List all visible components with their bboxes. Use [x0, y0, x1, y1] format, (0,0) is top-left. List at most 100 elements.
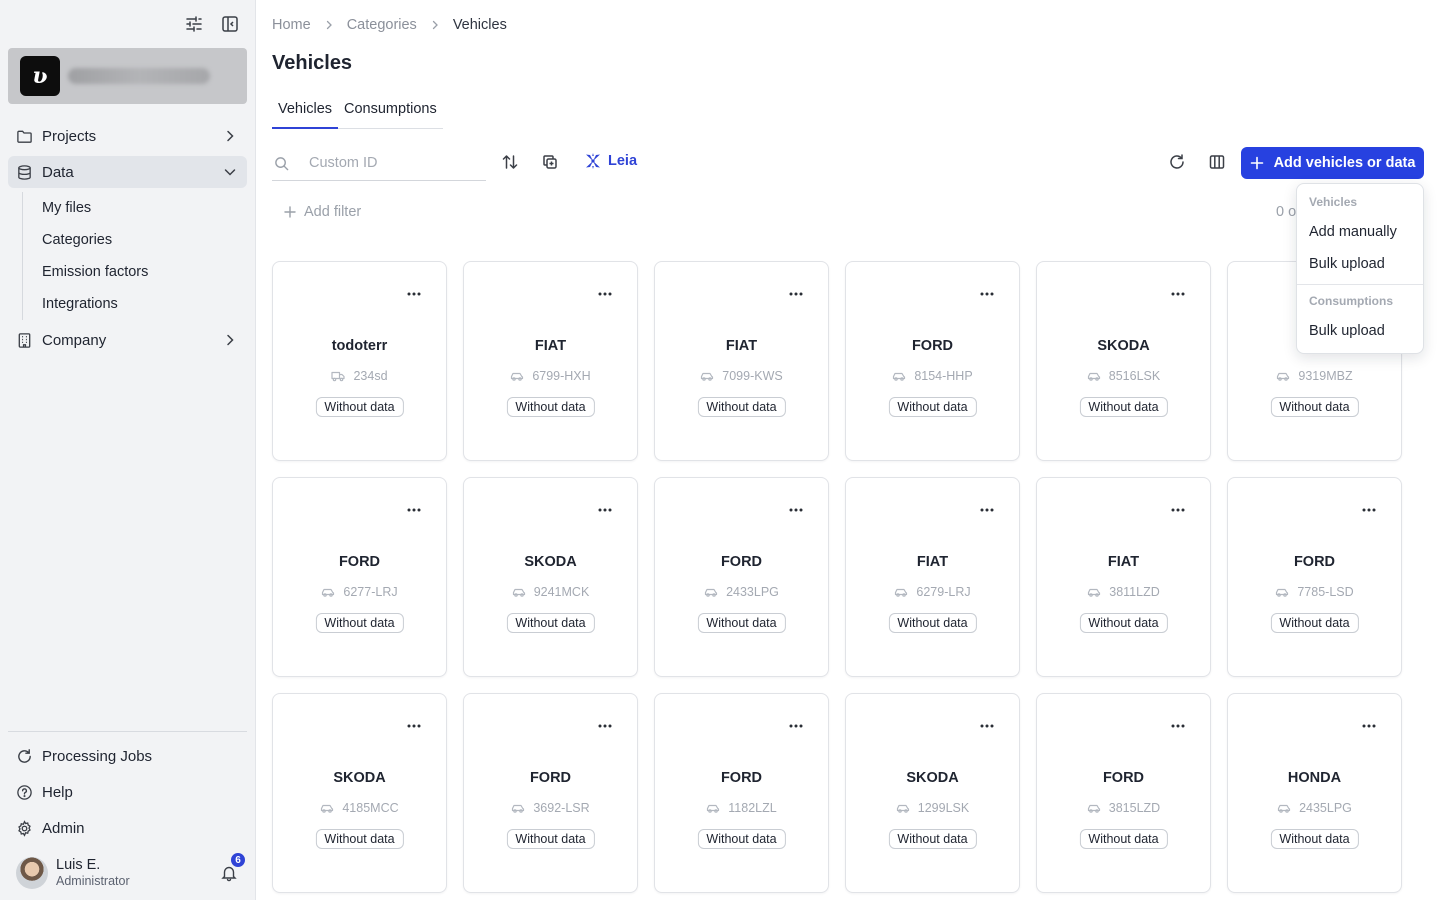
breadcrumb-home[interactable]: Home — [272, 17, 311, 33]
search-icon — [274, 156, 289, 171]
vehicle-plate: 8516LSK — [1108, 369, 1161, 383]
sidebar-item-emission-factors[interactable]: Emission factors — [33, 256, 247, 288]
car-icon — [1087, 801, 1101, 815]
dropdown-item-add-manually[interactable]: Add manually — [1297, 216, 1423, 248]
more-options-icon[interactable] — [1170, 718, 1186, 734]
vehicle-card[interactable]: SKODA 1299LSK Without data — [845, 693, 1020, 893]
car-icon — [321, 585, 335, 599]
vehicle-card[interactable]: FORD 3692-LSR Without data — [463, 693, 638, 893]
organization-switcher[interactable]: ʋ — [8, 48, 247, 104]
user-profile[interactable]: Luis E. Administrator 6 — [16, 852, 246, 891]
sidebar-item-categories[interactable]: Categories — [33, 224, 247, 256]
more-options-icon[interactable] — [406, 718, 422, 734]
add-vehicles-button[interactable]: Add vehicles or data — [1241, 147, 1424, 179]
vehicle-card[interactable]: todoterr 234sd Without data — [272, 261, 447, 461]
status-badge: Without data — [1270, 613, 1359, 633]
vehicle-plate-row: 8154-HHP — [846, 369, 1019, 383]
tab-consumptions[interactable]: Consumptions — [338, 99, 443, 128]
dropdown-group-vehicles: Vehicles — [1309, 195, 1358, 209]
nav-item-help[interactable]: Help — [8, 776, 247, 808]
vehicle-card[interactable]: FORD 3815LZD Without data — [1036, 693, 1211, 893]
result-count: 0 of — [1276, 204, 1296, 220]
nav-item-projects[interactable]: Projects — [8, 120, 247, 152]
vehicle-card[interactable]: FORD 1182LZL Without data — [654, 693, 829, 893]
vehicle-brand: FORD — [1293, 554, 1336, 570]
more-options-icon[interactable] — [1170, 286, 1186, 302]
sparkle-icon — [584, 152, 602, 170]
leia-assistant-button[interactable]: Leia — [584, 152, 637, 170]
more-options-icon[interactable] — [788, 502, 804, 518]
more-options-icon[interactable] — [406, 502, 422, 518]
vehicle-card[interactable]: FORD 8154-HHP Without data — [845, 261, 1020, 461]
breadcrumb-categories[interactable]: Categories — [347, 17, 417, 33]
bell-icon[interactable]: 6 — [220, 852, 246, 882]
more-options-icon[interactable] — [1361, 502, 1377, 518]
status-badge: Without data — [1079, 613, 1168, 633]
dropdown-group-consumptions: Consumptions — [1309, 294, 1393, 308]
refresh-icon[interactable] — [1168, 153, 1186, 171]
dropdown-item-consumptions-bulk-upload[interactable]: Bulk upload — [1297, 315, 1423, 347]
copy-icon[interactable] — [541, 153, 559, 171]
sidebar-item-integrations[interactable]: Integrations — [33, 288, 247, 320]
more-options-icon[interactable] — [979, 286, 995, 302]
vehicle-card[interactable]: FIAT 6799-HXH Without data — [463, 261, 638, 461]
more-options-icon[interactable] — [597, 718, 613, 734]
vehicle-card[interactable]: FORD 7785-LSD Without data — [1227, 477, 1402, 677]
vehicle-brand: todoterr — [331, 338, 388, 354]
more-options-icon[interactable] — [597, 502, 613, 518]
more-options-icon[interactable] — [597, 286, 613, 302]
data-subnav: My files Categories Emission factors Int… — [22, 192, 247, 320]
vehicle-brand: FIAT — [916, 554, 949, 570]
vehicle-card[interactable]: FIAT 7099-KWS Without data — [654, 261, 829, 461]
vehicle-card[interactable]: FIAT 3811LZD Without data — [1036, 477, 1211, 677]
more-options-icon[interactable] — [1361, 718, 1377, 734]
vehicle-plate: 234sd — [353, 369, 388, 383]
more-options-icon[interactable] — [979, 718, 995, 734]
nav-item-company[interactable]: Company — [8, 324, 247, 356]
columns-icon[interactable] — [1208, 153, 1226, 171]
nav-item-admin[interactable]: Admin — [8, 812, 247, 844]
nav-item-processing-jobs[interactable]: Processing Jobs — [8, 740, 247, 772]
tab-vehicles[interactable]: Vehicles — [272, 99, 339, 129]
vehicle-plate-row: 234sd — [273, 369, 446, 383]
vehicle-plate-row: 6279-LRJ — [846, 585, 1019, 599]
sidebar-top-tools — [184, 14, 240, 34]
vehicle-plate: 3692-LSR — [533, 801, 590, 815]
more-options-icon[interactable] — [979, 502, 995, 518]
dropdown-divider — [1297, 284, 1423, 285]
vehicle-card[interactable]: FORD 2433LPG Without data — [654, 477, 829, 677]
sliders-icon[interactable] — [184, 14, 204, 34]
add-filter-button[interactable]: Add filter — [284, 204, 361, 220]
notification-badge: 6 — [230, 852, 246, 868]
more-options-icon[interactable] — [788, 718, 804, 734]
sidebar-item-my-files[interactable]: My files — [33, 192, 247, 224]
nav-item-label: Company — [42, 331, 107, 349]
vehicle-card[interactable]: HONDA 2435LPG Without data — [1227, 693, 1402, 893]
building-icon — [16, 332, 33, 349]
vehicle-card[interactable]: SKODA 4185MCC Without data — [272, 693, 447, 893]
vehicle-card[interactable]: FORD 6277-LRJ Without data — [272, 477, 447, 677]
plus-icon — [284, 206, 296, 218]
vehicle-card[interactable]: SKODA 9241MCK Without data — [463, 477, 638, 677]
breadcrumb-current: Vehicles — [452, 17, 507, 33]
search-input[interactable] — [309, 155, 469, 171]
vehicle-brand: SKODA — [906, 770, 959, 786]
vehicle-card[interactable]: SKODA 8516LSK Without data — [1036, 261, 1211, 461]
vehicle-plate: 9241MCK — [533, 585, 590, 599]
more-options-icon[interactable] — [406, 286, 422, 302]
sort-icon[interactable] — [501, 153, 519, 171]
vehicle-grid: todoterr 234sd Without data FIAT 6799-HXH Wit… — [272, 261, 1404, 893]
car-icon — [320, 801, 334, 815]
vehicle-plate-row: 8516LSK — [1037, 369, 1210, 383]
vehicle-plate-row: 4185MCC — [273, 801, 446, 815]
dropdown-item-vehicles-bulk-upload[interactable]: Bulk upload — [1297, 248, 1423, 280]
user-info: Luis E. Administrator — [56, 857, 220, 889]
vehicle-card[interactable]: FIAT 6279-LRJ Without data — [845, 477, 1020, 677]
nav-item-label: Data — [42, 163, 74, 181]
more-options-icon[interactable] — [1170, 502, 1186, 518]
collapse-sidebar-icon[interactable] — [220, 14, 240, 34]
vehicle-brand: FIAT — [725, 338, 758, 354]
more-options-icon[interactable] — [788, 286, 804, 302]
nav-item-data[interactable]: Data — [8, 156, 247, 188]
vehicle-plate-row: 1299LSK — [846, 801, 1019, 815]
